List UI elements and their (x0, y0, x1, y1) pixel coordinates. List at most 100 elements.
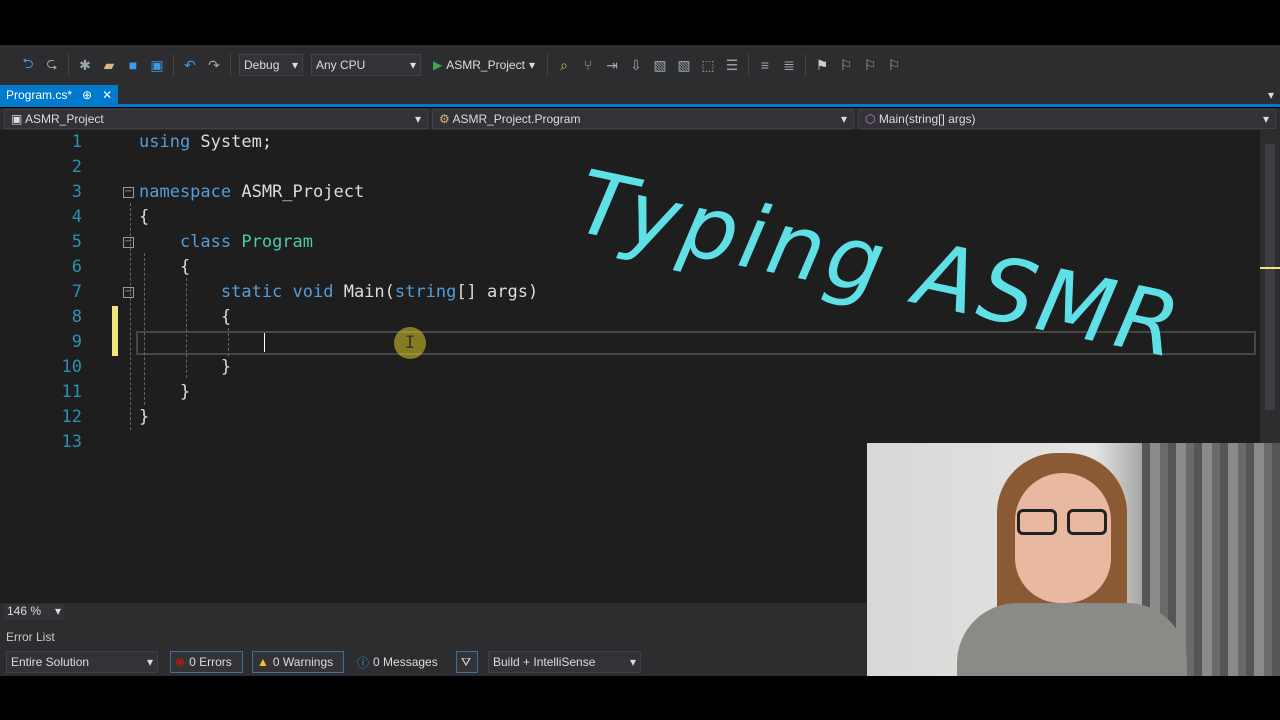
chevron-down-icon: ▾ (291, 58, 298, 72)
sweater (957, 603, 1187, 676)
warnings-filter-button[interactable]: ▲ 0 Warnings (252, 651, 344, 673)
start-button[interactable]: ▶ ASMR_Project ▾ (429, 54, 539, 76)
save-all-icon[interactable]: ▣ (149, 57, 165, 74)
csharp-project-icon: ▣ (11, 112, 26, 126)
configuration-select[interactable]: Debug ▾ (239, 54, 303, 76)
line-number: 9 (71, 332, 82, 352)
change-marker (112, 306, 118, 356)
chevron-down-icon: ▾ (414, 112, 421, 126)
glasses-left (1017, 509, 1057, 535)
zoom-bar: 146 % ▾ (0, 603, 867, 621)
clear-filter-button[interactable]: ⛛ (456, 651, 478, 673)
select-icon[interactable]: ⬚ (700, 57, 716, 74)
collapse-icon[interactable]: − (123, 237, 134, 248)
method-icon: ⬡ (865, 112, 879, 126)
chevron-down-icon: ▾ (409, 58, 416, 72)
code-line: class Program (139, 232, 313, 252)
code-line: { (139, 257, 191, 277)
close-icon[interactable]: ✕ (102, 88, 112, 103)
separator (173, 54, 174, 76)
code-line: } (139, 407, 150, 427)
prev-bookmark-icon[interactable]: ⚐ (838, 57, 854, 74)
clear-bookmark-icon[interactable]: ⚐ (886, 57, 902, 74)
error-list-title: Error List (6, 630, 55, 644)
messages-filter-button[interactable]: ⓘ 0 Messages (352, 651, 444, 673)
messages-label: 0 Messages (373, 655, 438, 669)
source-value: Build + IntelliSense (493, 655, 596, 669)
member-dropdown[interactable]: ⬡ Main(string[] args) ▾ (858, 109, 1276, 129)
code-text: Main( (333, 282, 395, 302)
glasses-right (1067, 509, 1107, 535)
mouse-cursor-icon: I (394, 327, 426, 359)
keyword: class (139, 232, 232, 252)
next-bookmark-icon[interactable]: ⚐ (862, 57, 878, 74)
chevron-down-icon: ▾ (528, 58, 535, 72)
configuration-value: Debug (244, 58, 280, 72)
code-line: } (139, 382, 191, 402)
tab-label: Program.cs* (6, 88, 73, 102)
chevron-down-icon: ▾ (146, 655, 153, 669)
undo-icon[interactable]: ↶ (182, 57, 198, 74)
chevron-down-icon: ▾ (629, 655, 636, 669)
tab-program-cs[interactable]: Program.cs* ⊕ ✕ (0, 85, 119, 106)
project-dropdown[interactable]: ▣ ASMR_Project ▾ (4, 109, 428, 129)
redo-icon[interactable]: ↷ (206, 57, 222, 74)
line-number: 6 (71, 257, 82, 277)
back-icon[interactable]: ⮌ (20, 53, 36, 77)
errors-label: 0 Errors (189, 655, 232, 669)
filter-icon: ⛛ (461, 654, 472, 669)
line-number: 11 (61, 382, 82, 402)
uncomment-icon[interactable]: ≣ (781, 57, 797, 74)
pin-icon[interactable]: ⊕ (82, 88, 92, 103)
class-label: ASMR_Project.Program (452, 112, 581, 126)
keyword: using (139, 132, 191, 152)
zoom-value: 146 % (7, 604, 42, 618)
collapse-icon[interactable]: − (123, 287, 134, 298)
member-label: Main(string[] args) (878, 112, 976, 126)
image2-icon[interactable]: ▧ (676, 57, 692, 74)
line-number: 12 (61, 407, 82, 427)
collapse-icon[interactable]: − (123, 187, 134, 198)
project-label: ASMR_Project (25, 112, 104, 126)
save-icon[interactable]: ■ (125, 57, 141, 73)
separator (748, 54, 749, 76)
warnings-label: 0 Warnings (272, 655, 334, 669)
webcam-video (867, 443, 1280, 676)
tab-overflow-icon[interactable]: ▾ (1268, 88, 1274, 102)
bookmark-icon[interactable]: ⚑ (814, 57, 830, 74)
step-icon[interactable]: ⇥ (604, 57, 620, 74)
class-dropdown[interactable]: ⚙ ASMR_Project.Program ▾ (432, 109, 854, 129)
text-cursor (264, 333, 265, 352)
open-file-icon[interactable]: ▰ (101, 57, 117, 74)
line-number: 2 (71, 157, 82, 177)
platform-select[interactable]: Any CPU ▾ (311, 54, 421, 76)
layout-icon[interactable]: ☰ (724, 57, 740, 74)
keyword: string (394, 282, 457, 302)
git-icon[interactable]: ⑂ (580, 57, 596, 73)
zoom-select[interactable]: 146 % ▾ (4, 604, 64, 620)
deploy-icon[interactable]: ⇩ (628, 57, 644, 74)
source-select[interactable]: Build + IntelliSense ▾ (488, 651, 641, 673)
scrollbar-thumb[interactable] (1265, 144, 1275, 410)
type-name: Program (231, 232, 314, 252)
line-number: 10 (61, 357, 82, 377)
new-project-icon[interactable]: ✱ (77, 57, 93, 74)
chevron-down-icon: ▾ (1262, 112, 1269, 126)
comment-icon[interactable]: ≡ (757, 57, 773, 73)
separator (805, 54, 806, 76)
image-icon[interactable]: ▧ (652, 57, 668, 74)
line-number: 3 (71, 182, 82, 202)
find-icon[interactable]: ⌕ (556, 57, 572, 74)
code-text: ASMR_Project (231, 182, 365, 202)
line-number: 1 (71, 132, 82, 152)
toolbar: ⮌ ⮎ ✱ ▰ ■ ▣ ↶ ↷ Debug ▾ Any CPU ▾ ▶ ASMR_Pr… (0, 45, 1280, 85)
errors-filter-button[interactable]: ⊗ 0 Errors (170, 651, 243, 673)
code-text: System; (190, 132, 273, 152)
separator (68, 54, 69, 76)
forward-icon[interactable]: ⮎ (44, 53, 60, 77)
separator (547, 54, 548, 76)
code-text: [] args) (456, 282, 539, 302)
indent-guide (228, 328, 229, 356)
scope-select[interactable]: Entire Solution ▾ (6, 651, 158, 673)
code-line: { (139, 207, 150, 227)
